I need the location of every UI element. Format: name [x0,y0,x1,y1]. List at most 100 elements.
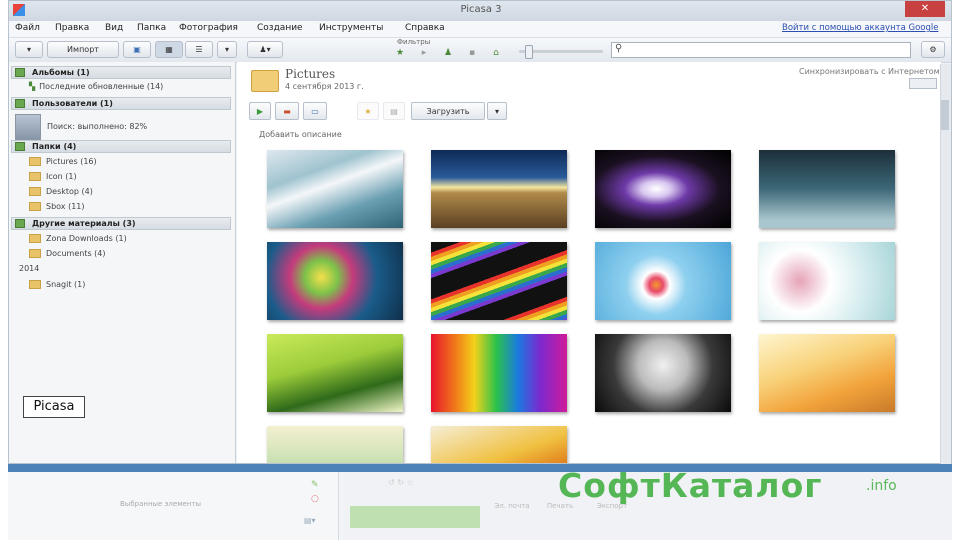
sidebar-item-folder[interactable]: Sbox (11) [29,201,85,213]
face-scan-status: Поиск: выполнено: 82% [47,122,148,131]
softkatalog-watermark: СофтКаталог [558,466,823,505]
photo-thumbnail[interactable] [595,334,731,412]
save-icon[interactable]: ▤ [383,102,405,120]
collage-icon[interactable]: ▬ [275,102,299,120]
folder-action-bar: ▶ ▬ ▭ ★ ▤ Загрузить ▾ [247,102,937,122]
timeline-view-icon[interactable]: ☰ [185,41,213,58]
toolbar: ▾ Импорт ▣ ▦ ☰ ▾ ♟▾ Фильтры ★ ▸ ♟ ▪ ⌂ ⚲ … [9,38,951,63]
movie-icon[interactable]: ▭ [303,102,327,120]
photo-thumbnail[interactable] [759,150,895,228]
folder-icon [29,234,41,243]
folder-icon [251,70,279,92]
slideshow-play-icon[interactable]: ▶ [249,102,271,120]
scrollbar-thumb[interactable] [941,100,949,130]
photo-thumbnail[interactable] [759,242,895,320]
people-filter-icon[interactable]: ♟ [443,48,453,58]
photo-thumbnail[interactable] [431,150,567,228]
sidebar-item-folder[interactable]: Pictures (16) [29,156,97,168]
menu-photo[interactable]: Фотография [179,23,238,33]
people-section-header[interactable]: Пользователи (1) [11,97,231,110]
photo-thumbnail[interactable] [595,242,731,320]
star-icon[interactable]: ★ [357,102,379,120]
folder-view: Pictures 4 сентября 2013 г. Синхронизиро… [237,62,941,463]
grid-view-icon[interactable]: ▦ [155,41,183,58]
photo-thumbnail[interactable] [267,334,403,412]
view-dropdown-button[interactable]: ▾ [15,41,43,58]
upload-filter-icon[interactable]: ▸ [419,48,429,58]
share-upload-button[interactable]: Загрузить [411,102,485,120]
star-filter-icon[interactable]: ★ [395,48,405,58]
folder-icon [29,172,41,181]
year-group-label: 2014 [19,264,40,273]
filter-slider-thumb[interactable] [525,45,533,59]
search-icon: ⚲ [615,43,623,54]
email-icon[interactable]: Эл. почта [492,502,532,510]
sidebar-item-folder[interactable]: Snagit (1) [29,279,85,291]
pin-icon[interactable]: ✎ [311,480,319,490]
person-avatar[interactable] [15,114,41,140]
photo-thumbnail[interactable] [267,242,403,320]
menu-folder[interactable]: Папка [137,23,166,33]
sync-toggle[interactable] [909,78,937,89]
add-description-link[interactable]: Добавить описание [259,130,342,139]
clear-icon[interactable]: ○ [311,494,319,504]
albums-section-label: Альбомы (1) [32,68,90,77]
title-bar: Picasa 3 ✕ [9,1,951,21]
menu-create[interactable]: Создание [257,23,303,33]
menu-file[interactable]: Файл [15,23,40,33]
folders-section-label: Папки (4) [32,142,77,151]
collapse-icon[interactable] [15,142,25,151]
photo-thumbnail[interactable] [431,242,567,320]
album-add-icon[interactable]: ▤▾ [304,516,316,525]
menu-edit[interactable]: Правка [55,23,89,33]
slide-caption: Picasa [23,396,85,418]
folders-section-header[interactable]: Папки (4) [11,140,231,153]
sync-label: Синхронизировать с Интернетом [799,67,940,76]
photo-thumbnail[interactable] [267,150,403,228]
folder-title: Pictures [285,67,336,81]
upload-button[interactable] [350,506,480,528]
folder-icon [29,202,41,211]
watermark-domain: .info [866,478,897,494]
share-dropdown-chevron-icon[interactable]: ▾ [487,102,507,120]
sidebar-item-recent-updates[interactable]: ▚ Последние обновленные (14) [29,81,163,93]
options-icon[interactable]: ⚙ [921,41,945,58]
folder-icon [29,157,41,166]
sidebar-item-folder[interactable]: Desktop (4) [29,186,93,198]
other-section-header[interactable]: Другие материалы (3) [11,217,231,230]
sidebar-item-folder[interactable]: Documents (4) [29,248,106,260]
picasa-window: Picasa 3 ✕ Файл Правка Вид Папка Фотогра… [8,0,952,464]
sidebar-item-folder[interactable]: Zona Downloads (1) [29,233,127,245]
tray-selection-area: Выбранные элементы ✎ ○ ▤▾ [8,472,339,540]
other-section-label: Другие материалы (3) [32,219,136,228]
close-button[interactable]: ✕ [905,1,945,17]
video-filter-icon[interactable]: ▪ [467,48,477,58]
photo-thumbnail[interactable] [267,426,403,463]
folder-icon [29,249,41,258]
search-input[interactable] [611,42,911,58]
google-signin-link[interactable]: Войти с помощью аккаунта Google [782,23,938,33]
album-icon: ▚ [29,82,36,91]
photo-thumbnail[interactable] [595,150,731,228]
import-button[interactable]: Импорт [47,41,119,58]
collapse-icon[interactable] [15,68,25,77]
albums-section-header[interactable]: Альбомы (1) [11,66,231,79]
folder-icon [29,280,41,289]
people-tool-icon[interactable]: ♟▾ [247,41,283,58]
collapse-icon[interactable] [15,99,25,108]
window-title: Picasa 3 [460,4,502,15]
sidebar-item-folder[interactable]: Icon (1) [29,171,77,183]
selected-items-label: Выбранные элементы [120,500,201,508]
view-menu-chevron-icon[interactable]: ▾ [217,41,237,58]
photo-thumbnail[interactable] [431,426,567,463]
geo-filter-icon[interactable]: ⌂ [491,48,501,58]
menu-view[interactable]: Вид [105,23,123,33]
photo-thumbnail[interactable] [759,334,895,412]
rotate-icon[interactable]: ↺ ↻ ☆ [388,478,414,487]
people-section-label: Пользователи (1) [32,99,113,108]
menu-tools[interactable]: Инструменты [319,23,383,33]
photo-thumbnail[interactable] [431,334,567,412]
collapse-icon[interactable] [15,219,25,228]
menu-help[interactable]: Справка [405,23,445,33]
library-view-icon[interactable]: ▣ [123,41,151,58]
